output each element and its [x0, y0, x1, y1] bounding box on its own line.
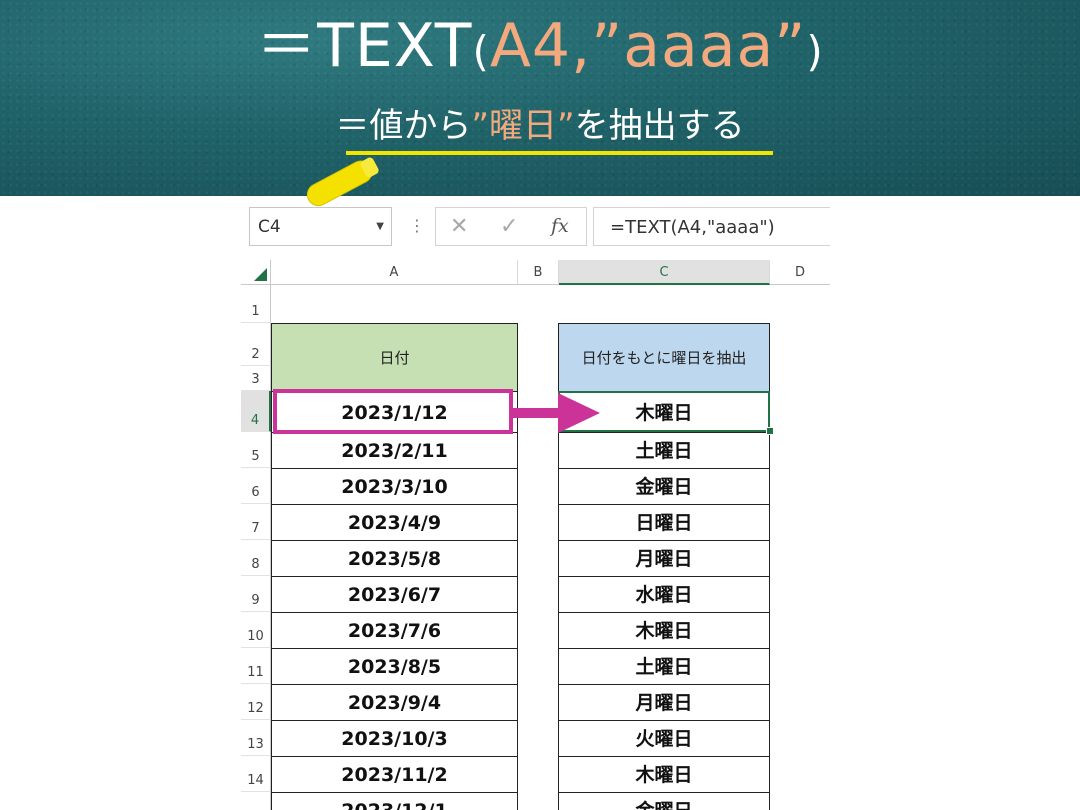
column-header-d[interactable]: D — [770, 260, 830, 285]
row-header[interactable]: 11 — [241, 648, 271, 684]
chevron-down-icon[interactable]: ▼ — [376, 221, 384, 232]
weekday-cell[interactable]: 木曜日 — [558, 756, 770, 793]
date-cell[interactable]: 2023/4/9 — [271, 504, 518, 541]
weekday-cell[interactable]: 水曜日 — [558, 576, 770, 613]
column-header-b[interactable]: B — [518, 260, 559, 285]
cancel-button[interactable]: ✕ — [450, 214, 468, 239]
spreadsheet-grid[interactable]: A B C D 1 2 3 4 5 6 7 8 9 10 11 12 13 14… — [241, 260, 830, 810]
header-cell-weekday[interactable]: 日付をもとに曜日を抽出 — [558, 323, 770, 392]
date-cell[interactable]: 2023/6/7 — [271, 576, 518, 613]
row-header[interactable]: 3 — [241, 366, 271, 391]
formula-input-value: =TEXT(A4,"aaaa") — [610, 217, 775, 238]
highlight-box-a4 — [273, 389, 513, 434]
column-header-c[interactable]: C — [559, 260, 770, 285]
row-header[interactable]: 7 — [241, 504, 271, 540]
weekday-cell[interactable]: 木曜日 — [558, 612, 770, 649]
row-header[interactable]: 8 — [241, 540, 271, 576]
row-header[interactable]: 10 — [241, 612, 271, 648]
date-cell[interactable]: 2023/8/5 — [271, 648, 518, 685]
date-cell[interactable]: 2023/7/6 — [271, 612, 518, 649]
row-header[interactable]: 2 — [241, 323, 271, 366]
weekday-cell[interactable]: 日曜日 — [558, 504, 770, 541]
formula-title-args: A4,”aaaa” — [489, 11, 807, 81]
formula-title-function: ＝TEXT — [256, 11, 473, 81]
formula-title: ＝TEXT(A4,”aaaa”) — [0, 6, 1080, 92]
row-header[interactable]: 9 — [241, 576, 271, 612]
row-header[interactable]: 14 — [241, 756, 271, 792]
row-header[interactable]: 15 — [241, 792, 271, 810]
weekday-cell[interactable]: 月曜日 — [558, 684, 770, 721]
row-header[interactable]: 4 — [241, 391, 271, 432]
formula-buttons: ✕ ✓ fx — [435, 207, 587, 246]
subtitle-post: を抽出する — [574, 106, 745, 146]
subtitle-pre: ＝値から — [335, 106, 472, 146]
date-cell[interactable]: 2023/9/4 — [271, 684, 518, 721]
right-arrow-icon — [512, 393, 600, 433]
fill-handle[interactable] — [766, 427, 774, 435]
row-header[interactable]: 12 — [241, 684, 271, 720]
date-cell[interactable]: 2023/12/1 — [271, 792, 518, 810]
row-header[interactable]: 1 — [241, 285, 271, 323]
enter-button[interactable]: ✓ — [500, 214, 518, 239]
formula-title-close-paren: ) — [806, 27, 824, 76]
select-all-corner[interactable] — [241, 260, 271, 285]
weekday-cell[interactable]: 土曜日 — [558, 432, 770, 469]
subtitle: ＝値から”曜日”を抽出する — [0, 100, 1080, 152]
date-cell[interactable]: 2023/10/3 — [271, 720, 518, 757]
more-options-icon[interactable]: ⋮ — [409, 216, 425, 235]
title-banner: ＝TEXT(A4,”aaaa”) ＝値から”曜日”を抽出する — [0, 0, 1080, 196]
date-cell[interactable]: 2023/5/8 — [271, 540, 518, 577]
header-cell-date[interactable]: 日付 — [271, 323, 518, 392]
column-header-a[interactable]: A — [271, 260, 518, 285]
name-box[interactable]: C4 ▼ — [249, 207, 392, 246]
highlight-underline — [346, 151, 773, 155]
row-header[interactable]: 6 — [241, 468, 271, 504]
subtitle-highlight: ”曜日” — [471, 106, 575, 146]
weekday-cell[interactable]: 月曜日 — [558, 540, 770, 577]
weekday-cell[interactable]: 火曜日 — [558, 720, 770, 757]
row-header[interactable]: 5 — [241, 432, 271, 468]
insert-function-button[interactable]: fx — [551, 215, 569, 237]
weekday-cell[interactable]: 土曜日 — [558, 648, 770, 685]
date-cell[interactable]: 2023/11/2 — [271, 756, 518, 793]
formula-input[interactable]: =TEXT(A4,"aaaa") — [593, 207, 830, 246]
row-header[interactable]: 13 — [241, 720, 271, 756]
date-cell[interactable]: 2023/3/10 — [271, 468, 518, 505]
highlighter-marker-icon — [306, 157, 379, 207]
weekday-cell[interactable]: 金曜日 — [558, 468, 770, 505]
weekday-cell[interactable]: 金曜日 — [558, 792, 770, 810]
name-box-value: C4 — [258, 217, 281, 237]
date-cell[interactable]: 2023/2/11 — [271, 432, 518, 469]
formula-title-open-paren: ( — [472, 27, 490, 76]
